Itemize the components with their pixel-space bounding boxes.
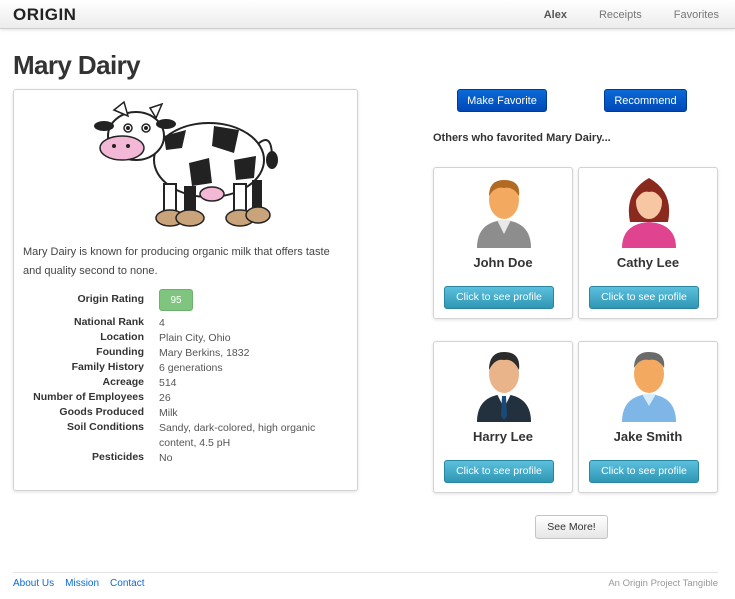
see-profile-button[interactable]: Click to see profile — [589, 286, 699, 309]
fact-value: 4 — [159, 317, 165, 329]
fact-value: No — [159, 452, 173, 464]
see-more-button[interactable]: See More! — [535, 515, 608, 539]
fact-value: Mary Berkins, 1832 — [159, 347, 250, 359]
fact-label: Soil Conditions — [67, 421, 144, 433]
nav-item-user[interactable]: Alex — [544, 9, 567, 21]
fact-row: Founding Mary Berkins, 1832 — [14, 346, 359, 361]
make-favorite-button[interactable]: Make Favorite — [457, 89, 547, 112]
person-card: Jake Smith Click to see profile — [578, 341, 718, 493]
fact-label: Pesticides — [92, 451, 144, 463]
fact-value: Plain City, Ohio — [159, 332, 231, 344]
footer-link-contact[interactable]: Contact — [110, 578, 144, 589]
footer-links: About Us Mission Contact — [13, 578, 156, 589]
fact-row: Goods Produced Milk — [14, 406, 359, 421]
fact-row: Acreage 514 — [14, 376, 359, 391]
fact-value: 26 — [159, 392, 171, 404]
person-name: Cathy Lee — [616, 255, 680, 270]
fact-label: Number of Employees — [33, 391, 144, 403]
footer-divider — [13, 572, 718, 573]
fact-label: Origin Rating — [77, 293, 145, 305]
fact-label: National Rank — [73, 316, 144, 328]
man-avatar-icon — [622, 352, 676, 422]
cow-image — [94, 100, 278, 227]
fact-origin-rating: Origin Rating 95 — [14, 289, 359, 311]
brand-logo[interactable]: ORIGIN — [13, 5, 76, 25]
farm-description: Mary Dairy is known for producing organi… — [23, 246, 330, 277]
fact-row: Soil Conditions Sandy, dark-colored, hig… — [14, 421, 359, 449]
woman-avatar-icon — [622, 178, 676, 248]
fact-label: Location — [100, 331, 144, 343]
businessman-avatar-icon — [477, 352, 531, 422]
nav-item-receipts[interactable]: Receipts — [599, 9, 642, 21]
fact-value: Milk — [159, 407, 178, 419]
farm-profile-card: Mary Dairy is known for producing organi… — [13, 89, 358, 491]
person-name: Harry Lee — [473, 429, 533, 444]
fact-label: Family History — [71, 361, 144, 373]
fact-value: 514 — [159, 377, 177, 389]
see-profile-button[interactable]: Click to see profile — [444, 460, 554, 483]
see-profile-button[interactable]: Click to see profile — [444, 286, 554, 309]
fact-label: Founding — [96, 346, 144, 358]
fact-row: National Rank 4 — [14, 316, 359, 331]
top-navbar: ORIGIN Alex Receipts Favorites — [0, 0, 735, 29]
fact-value: 6 generations — [159, 362, 223, 374]
fact-row: Family History 6 generations — [14, 361, 359, 376]
person-card: John Doe Click to see profile — [433, 167, 573, 319]
person-name: John Doe — [473, 255, 533, 270]
page-title: Mary Dairy — [13, 50, 141, 80]
others-heading: Others who favorited Mary Dairy... — [433, 132, 611, 144]
footer-link-about[interactable]: About Us — [13, 578, 54, 589]
fact-row: Number of Employees 26 — [14, 391, 359, 406]
fact-row: Location Plain City, Ohio — [14, 331, 359, 346]
see-profile-button[interactable]: Click to see profile — [589, 460, 699, 483]
footer-tagline: An Origin Project Tangible — [608, 578, 718, 589]
nav-menu: Alex Receipts Favorites — [512, 0, 719, 29]
man-avatar-icon — [477, 180, 531, 248]
person-card: Harry Lee Click to see profile — [433, 341, 573, 493]
fact-value: Sandy, dark-colored, high organic conten… — [159, 422, 316, 449]
person-card: Cathy Lee Click to see profile — [578, 167, 718, 319]
rating-badge: 95 — [159, 289, 193, 311]
fact-row: Pesticides No — [14, 451, 359, 466]
fact-label: Acreage — [102, 376, 144, 388]
recommend-button[interactable]: Recommend — [604, 89, 687, 112]
fact-label: Goods Produced — [59, 406, 144, 418]
person-name: Jake Smith — [613, 429, 683, 444]
footer-link-mission[interactable]: Mission — [65, 578, 99, 589]
nav-item-favorites[interactable]: Favorites — [674, 9, 719, 21]
